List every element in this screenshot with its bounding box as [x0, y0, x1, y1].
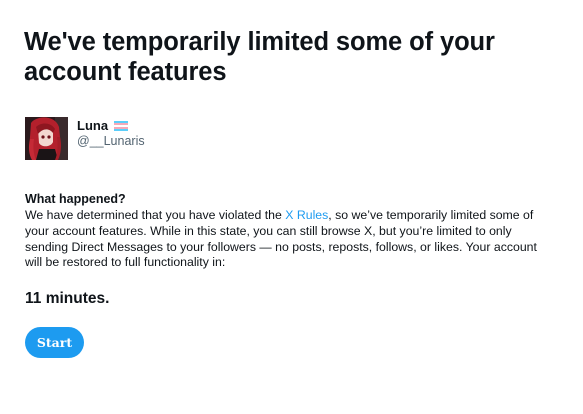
start-button[interactable]: Start — [25, 327, 84, 358]
user-handle: @__Lunaris — [77, 134, 145, 148]
x-rules-link[interactable]: X Rules — [285, 208, 328, 222]
user-card[interactable]: Luna @__Lunaris — [25, 117, 145, 160]
avatar-image — [25, 117, 68, 160]
display-name: Luna — [77, 118, 109, 133]
display-name-row: Luna — [77, 118, 145, 133]
notice-heading: What happened? — [25, 192, 126, 206]
user-info: Luna @__Lunaris — [77, 118, 145, 148]
trans-flag-icon — [114, 120, 129, 131]
notice-text-before-link: We have determined that you have violate… — [25, 208, 286, 222]
page-title: We've temporarily limited some of your a… — [24, 28, 495, 86]
avatar[interactable] — [25, 117, 68, 160]
restriction-countdown: 11 minutes. — [25, 290, 110, 307]
notice-text: We have determined that you have violate… — [25, 208, 555, 271]
